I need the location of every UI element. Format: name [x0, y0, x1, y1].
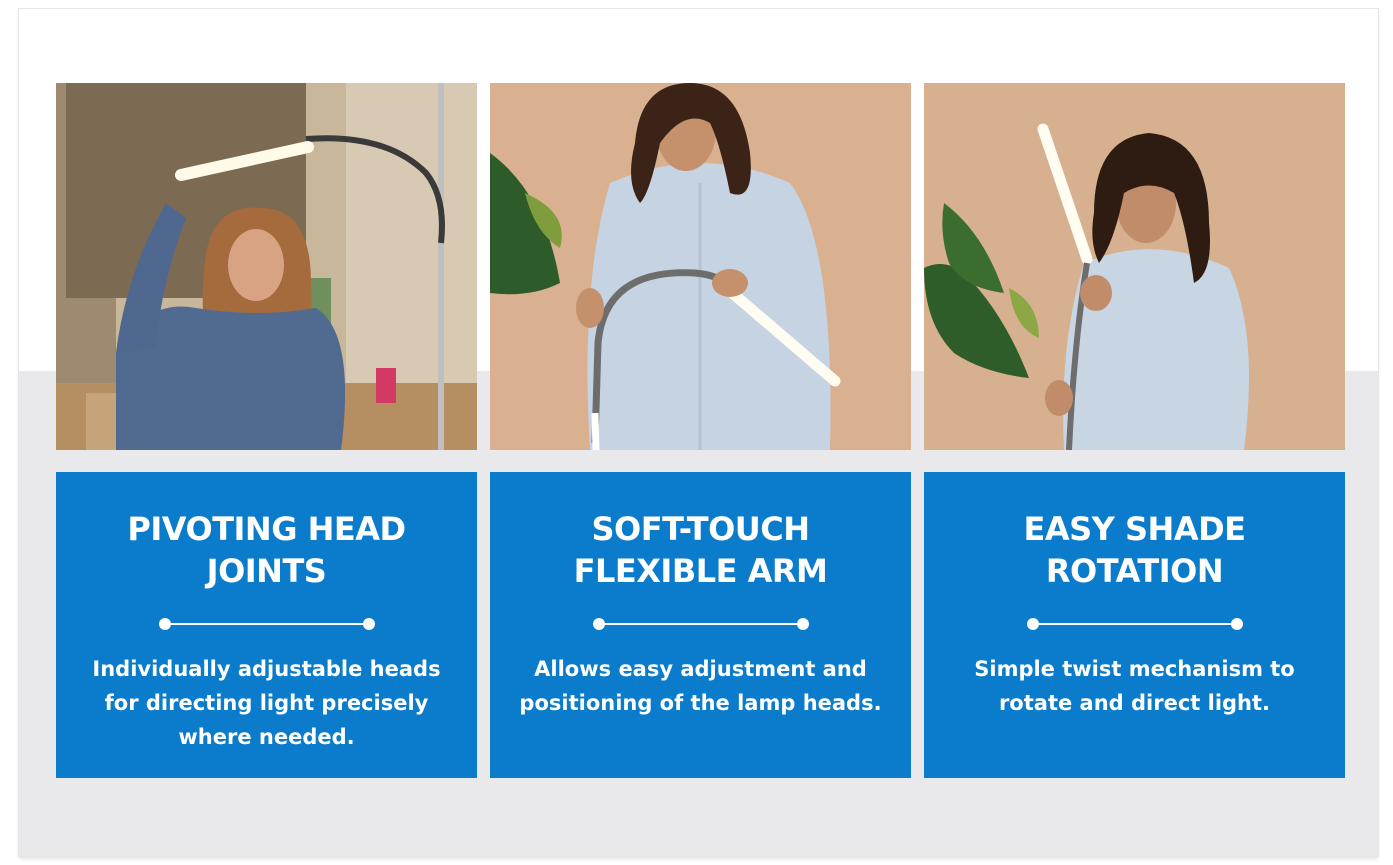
- feature-shade-rotation: EASY SHADE ROTATION Simple twist mechani…: [924, 83, 1345, 778]
- feature-card-3: EASY SHADE ROTATION Simple twist mechani…: [924, 472, 1345, 778]
- title-divider: [592, 618, 809, 630]
- feature-description: Simple twist mechanism to rotate and dir…: [974, 657, 1295, 715]
- feature-card-2: SOFT-TOUCH FLEXIBLE ARM Allows easy adju…: [490, 472, 911, 778]
- feature-panel: PIVOTING HEAD JOINTS Individually adjust…: [19, 9, 1378, 856]
- feature-photo-3: [924, 83, 1345, 450]
- feature-photo-1: [56, 83, 477, 450]
- feature-description: Individually adjustable heads for direct…: [92, 657, 441, 749]
- feature-title: EASY SHADE ROTATION: [1023, 510, 1247, 590]
- title-divider: [1026, 618, 1243, 630]
- title-divider: [158, 618, 375, 630]
- feature-card-1: PIVOTING HEAD JOINTS Individually adjust…: [56, 472, 477, 778]
- feature-title: SOFT-TOUCH FLEXIBLE ARM: [573, 510, 828, 590]
- feature-flexible-arm: SOFT-TOUCH FLEXIBLE ARM Allows easy adju…: [490, 83, 911, 778]
- page-canvas: PIVOTING HEAD JOINTS Individually adjust…: [0, 0, 1393, 865]
- feature-photo-2: [490, 83, 911, 450]
- feature-title: PIVOTING HEAD JOINTS: [127, 510, 406, 590]
- feature-pivoting-head: PIVOTING HEAD JOINTS Individually adjust…: [56, 83, 477, 778]
- feature-description: Allows easy adjustment and positioning o…: [519, 657, 882, 715]
